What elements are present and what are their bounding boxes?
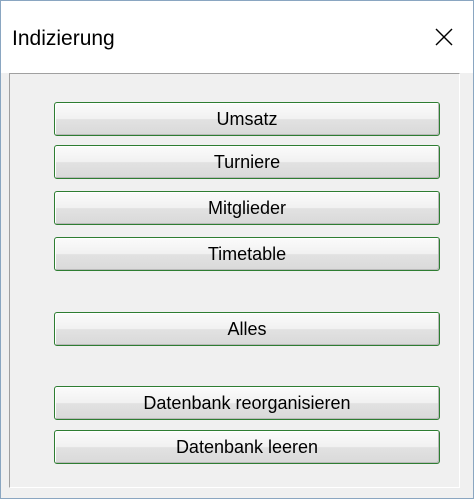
umsatz-button[interactable]: Umsatz (54, 102, 440, 136)
timetable-button[interactable]: Timetable (54, 237, 440, 271)
close-icon (435, 28, 453, 46)
reorganize-database-button[interactable]: Datenbank reorganisieren (54, 386, 440, 420)
window-title: Indizierung (12, 27, 115, 50)
title-bar: Indizierung (1, 1, 473, 73)
mitglieder-button[interactable]: Mitglieder (54, 191, 440, 225)
clear-database-button[interactable]: Datenbank leeren (54, 430, 440, 464)
close-button[interactable] (415, 1, 473, 73)
alles-button[interactable]: Alles (54, 312, 440, 346)
button-panel: Umsatz Turniere Mitglieder Timetable All… (9, 73, 460, 488)
dialog-window: Indizierung Umsatz Turniere Mitglieder T… (0, 0, 474, 499)
turniere-button[interactable]: Turniere (54, 145, 440, 179)
